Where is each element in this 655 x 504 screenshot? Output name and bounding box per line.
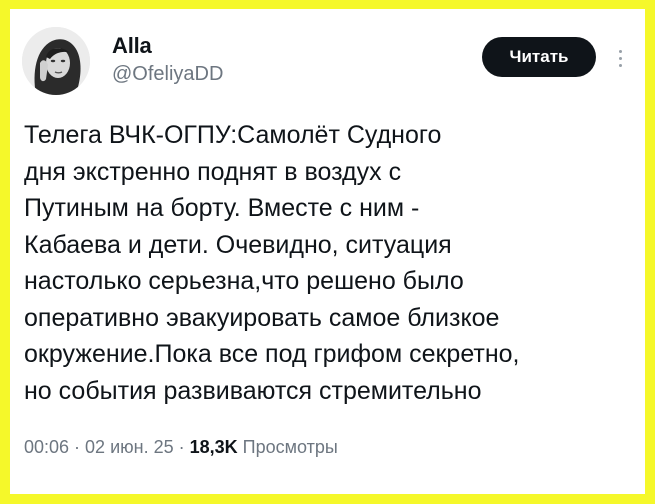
more-vertical-icon[interactable] — [608, 41, 632, 75]
tweet-text: Телега ВЧК-ОГПУ:Самолёт Судного дня экст… — [24, 117, 640, 409]
avatar[interactable] — [22, 27, 90, 95]
tweet-line: настолько серьезна,что решено было — [24, 267, 464, 295]
views-label: Просмотры — [242, 437, 338, 457]
tweet-card: Alla @OfeliyaDD Читать Телега ВЧК-ОГПУ:С… — [10, 9, 645, 494]
tweet-line: оперативно эвакуировать самое близкое — [24, 303, 500, 332]
avatar-portrait-icon — [22, 27, 90, 95]
views-count[interactable]: 18,3K — [190, 437, 238, 457]
tweet-line: но события развиваются стремительно — [24, 376, 482, 405]
tweet-meta: 00:06 · 02 июн. 25 · 18,3K Просмотры — [24, 437, 338, 458]
author-display-name[interactable]: Alla — [112, 33, 152, 59]
more-dot — [618, 56, 622, 60]
tweet-line: окружение.Пока все под грифом секретно, — [24, 340, 520, 368]
meta-separator: · — [178, 437, 185, 457]
tweet-date[interactable]: 02 июн. 25 — [85, 437, 174, 457]
tweet-line: Кабаева и дети. Очевидно, ситуация — [24, 230, 452, 259]
tweet-time[interactable]: 00:06 — [24, 437, 69, 457]
read-button[interactable]: Читать — [482, 37, 596, 77]
tweet-line: дня экстренно поднят в воздух с — [24, 157, 402, 186]
author-handle[interactable]: @OfeliyaDD — [112, 63, 223, 86]
meta-separator: · — [74, 437, 81, 457]
tweet-line: Телега ВЧК-ОГПУ:Самолёт Судного — [24, 121, 442, 149]
more-dot — [618, 49, 622, 53]
tweet-line: Путиным на борту. Вместе с ним - — [24, 194, 420, 222]
more-dot — [618, 63, 622, 67]
